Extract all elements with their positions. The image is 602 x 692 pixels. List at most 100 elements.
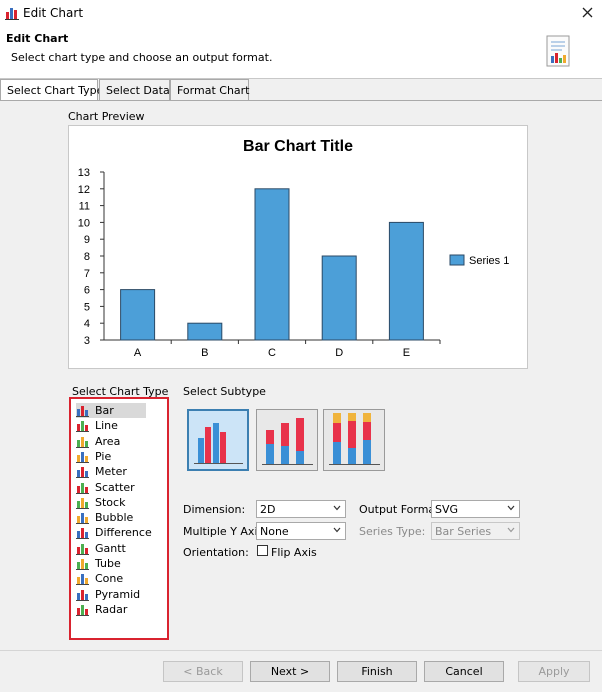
tab-format-chart[interactable]: Format Chart — [170, 79, 250, 100]
window-title: Edit Chart — [23, 6, 84, 20]
chart-type-list: Bar Line Area Pie Meter Scatter Stock Bubble Dif… — [69, 397, 169, 640]
chart-type-bubble[interactable]: Bubble — [76, 510, 133, 525]
chart-type-label: Radar — [95, 602, 128, 616]
dimension-select[interactable]: 2D — [256, 500, 346, 518]
difference-chart-icon — [76, 528, 89, 540]
multiple-y-axis-value: None — [260, 524, 289, 538]
flip-axis-label[interactable]: Flip Axis — [271, 546, 317, 559]
x-tick-label: E — [403, 347, 410, 359]
tube-chart-icon — [76, 559, 89, 570]
bar — [321, 255, 357, 341]
chart-preview-label: Chart Preview — [68, 110, 145, 123]
stock-chart-icon — [76, 497, 89, 509]
chart-wizard-icon — [546, 35, 570, 67]
chart-type-label: Bar — [95, 404, 114, 417]
chart-type-meter[interactable]: Meter — [76, 464, 127, 479]
chart-type-label: Difference — [95, 526, 152, 540]
chart-type-bar[interactable]: Bar — [76, 403, 146, 418]
multiple-y-axis-select[interactable]: None — [256, 522, 346, 540]
header-subtitle: Select chart type and choose an output f… — [11, 51, 273, 64]
chart-title: Bar Chart Title — [243, 138, 353, 155]
multiple-y-axis-label: Multiple Y Axis: — [183, 525, 267, 538]
orientation-label: Orientation: — [183, 546, 249, 559]
stacked-bar-icon — [262, 418, 313, 465]
cone-chart-icon — [76, 574, 89, 586]
chevron-down-icon — [333, 505, 341, 511]
side-by-side-bar-icon — [194, 423, 243, 464]
back-button[interactable]: < Back — [163, 661, 243, 682]
chart-type-cone[interactable]: Cone — [76, 571, 123, 586]
gantt-chart-icon — [76, 543, 89, 555]
chart-type-tube[interactable]: Tube — [76, 556, 121, 571]
bar-chart-icon — [76, 406, 89, 417]
series-type-value: Bar Series — [435, 524, 492, 538]
next-button[interactable]: Next > — [250, 661, 330, 682]
chart-type-stock[interactable]: Stock — [76, 495, 125, 510]
pyramid-chart-icon — [76, 589, 89, 601]
chart-type-label: Meter — [95, 465, 127, 479]
dimension-label: Dimension: — [183, 503, 246, 516]
dialog-header: Edit Chart Select chart type and choose … — [0, 26, 602, 79]
bar — [187, 322, 223, 341]
bubble-chart-icon — [76, 513, 89, 525]
chart-type-difference[interactable]: Difference — [76, 525, 152, 540]
pie-chart-icon — [76, 451, 89, 463]
chart-type-label: Tube — [95, 557, 121, 570]
bar — [254, 188, 290, 341]
x-tick-label: B — [201, 347, 208, 359]
chart-type-scatter[interactable]: Scatter — [76, 480, 135, 495]
radar-chart-icon — [76, 604, 89, 616]
y-tick-label: 7 — [84, 268, 90, 280]
window-titlebar: Edit Chart — [0, 0, 602, 26]
subtype-side-by-side[interactable] — [187, 409, 249, 471]
chart-type-line[interactable]: Line — [76, 418, 118, 433]
subtype-percent-stacked[interactable] — [323, 409, 385, 471]
chart-type-label: Gantt — [95, 541, 126, 555]
chart-type-label: Bubble — [95, 511, 134, 525]
output-format-select[interactable]: SVG — [431, 500, 520, 518]
chart-type-area[interactable]: Area — [76, 434, 120, 449]
y-tick-label: 6 — [84, 285, 90, 297]
legend-label: Series 1 — [469, 255, 509, 267]
chart-type-label: Scatter — [95, 480, 135, 494]
area-chart-icon — [76, 436, 89, 448]
x-tick-label: A — [134, 347, 142, 359]
chevron-down-icon — [507, 527, 515, 533]
tab-strip: Select Chart Type Select Data Format Cha… — [0, 79, 602, 101]
series-type-label: Series Type: — [359, 525, 426, 538]
chart-type-radar[interactable]: Radar — [76, 602, 127, 617]
chart-type-label: Line — [95, 419, 118, 433]
y-tick-label: 4 — [84, 318, 90, 330]
meter-chart-icon — [76, 467, 89, 479]
chart-type-pie[interactable]: Pie — [76, 449, 111, 464]
tab-select-chart-type[interactable]: Select Chart Type — [0, 79, 103, 101]
line-chart-icon — [76, 421, 89, 433]
header-title: Edit Chart — [6, 32, 69, 45]
close-icon[interactable] — [582, 7, 593, 18]
finish-button[interactable]: Finish — [337, 661, 417, 682]
chart-type-pyramid[interactable]: Pyramid — [76, 587, 140, 602]
apply-button[interactable]: Apply — [518, 661, 590, 682]
tab-label: Format Chart — [177, 83, 250, 97]
subtype-stacked[interactable] — [256, 409, 318, 471]
tab-label: Select Chart Type — [7, 84, 104, 97]
chart-type-label: Stock — [95, 495, 126, 509]
chart-type-gantt[interactable]: Gantt — [76, 541, 126, 556]
percent-stacked-bar-icon — [329, 413, 380, 465]
legend-swatch — [449, 254, 465, 266]
tab-select-data[interactable]: Select Data — [99, 79, 170, 100]
chart-type-label: Pyramid — [95, 587, 141, 601]
y-tick-label: 5 — [84, 301, 90, 313]
y-tick-label: 10 — [78, 217, 90, 229]
y-tick-label: 12 — [78, 184, 90, 196]
y-tick-label: 11 — [79, 201, 90, 213]
y-tick-label: 3 — [84, 335, 90, 347]
y-tick-label: 13 — [78, 167, 90, 179]
series-type-select[interactable]: Bar Series — [431, 522, 520, 540]
flip-axis-checkbox[interactable] — [257, 545, 268, 556]
chart-app-icon — [5, 8, 19, 20]
bar — [120, 289, 156, 341]
x-tick-label: C — [268, 347, 276, 359]
chart-type-label: Cone — [95, 572, 124, 586]
cancel-button[interactable]: Cancel — [424, 661, 504, 682]
